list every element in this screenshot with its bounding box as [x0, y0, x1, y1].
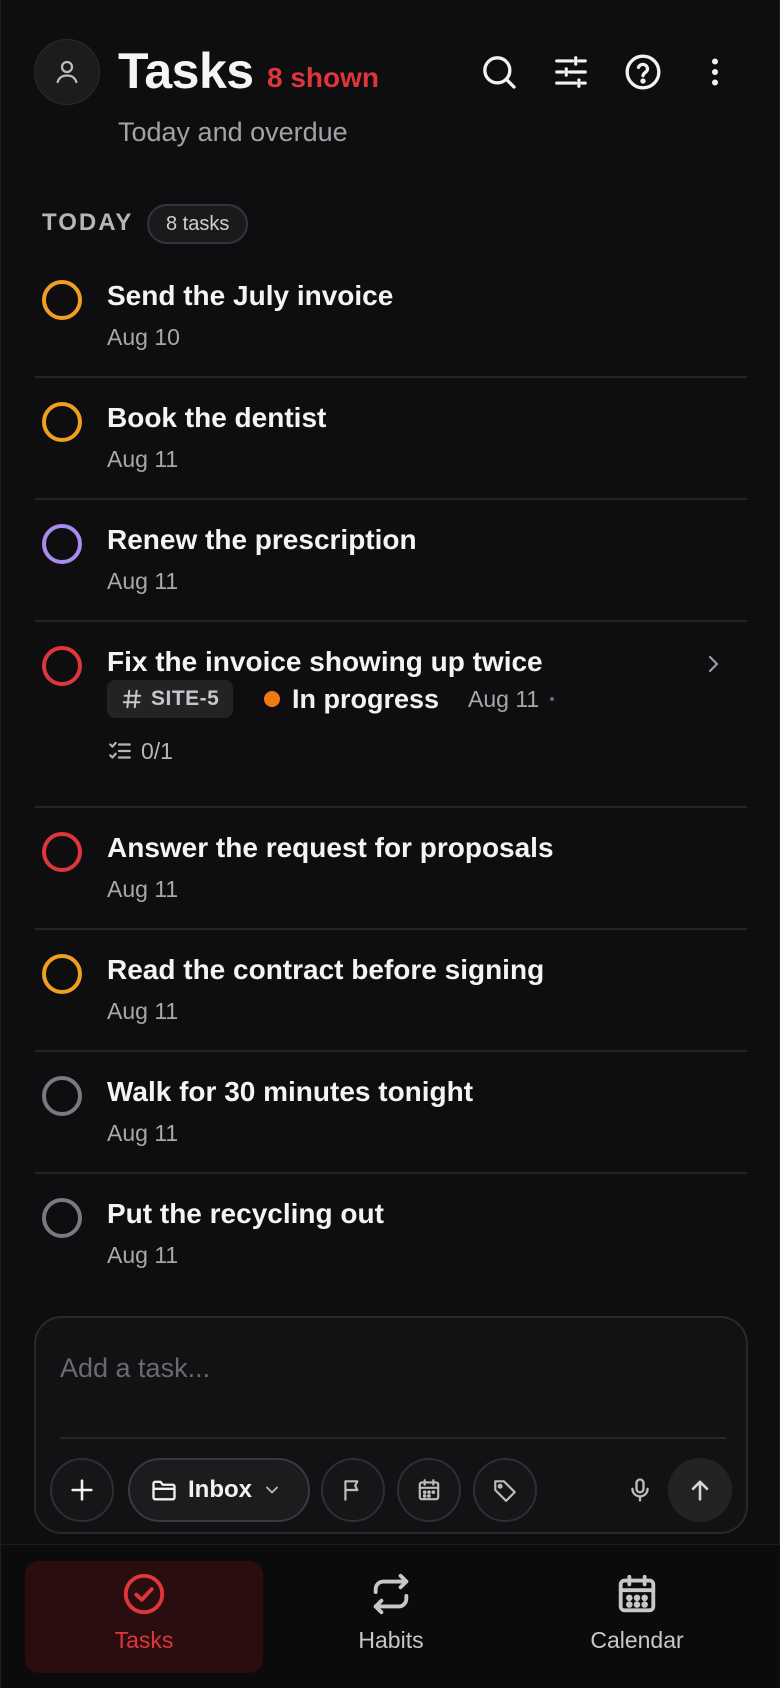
- task-due-date: Aug 11: [468, 686, 540, 712]
- task-due-date: Aug 11: [107, 1120, 179, 1146]
- task-count-badge: 8 tasks: [147, 204, 249, 244]
- nav-habits-label: Habits: [358, 1627, 424, 1653]
- priority-checkbox[interactable]: [42, 524, 82, 564]
- status-indicator[interactable]: In progress: [264, 681, 439, 717]
- section-label: TODAY: [42, 209, 134, 236]
- task-item[interactable]: Put the recycling out Aug 11: [35, 1174, 747, 1296]
- task-title: Read the contract before signing: [107, 954, 545, 985]
- separator-dot: [550, 697, 554, 701]
- task-item[interactable]: Renew the prescription Aug 11: [35, 500, 747, 622]
- task-due-date: Aug 11: [107, 568, 179, 594]
- page-subtitle: Today and overdue: [118, 117, 348, 147]
- submit-task-button[interactable]: [668, 1458, 732, 1522]
- nav-calendar-label: Calendar: [590, 1627, 684, 1653]
- search-icon: [483, 56, 516, 89]
- voice-button[interactable]: [624, 1474, 656, 1506]
- flag-icon: [344, 1480, 359, 1501]
- task-title: Walk for 30 minutes tonight: [107, 1076, 474, 1107]
- priority-checkbox[interactable]: [42, 1198, 82, 1238]
- nav-calendar[interactable]: Calendar: [518, 1561, 756, 1673]
- task-due-date: Aug 10: [107, 324, 180, 350]
- project-select[interactable]: Inbox: [128, 1458, 310, 1522]
- search-button[interactable]: [471, 44, 527, 100]
- subtask-progress[interactable]: 0/1: [107, 736, 173, 766]
- avatar[interactable]: [34, 39, 100, 105]
- composer-divider: [60, 1437, 726, 1439]
- task-title: Answer the request for proposals: [107, 832, 554, 863]
- hash-icon: [122, 689, 142, 709]
- repeat-icon: [373, 1573, 409, 1615]
- chevron-right-icon[interactable]: [701, 652, 725, 676]
- microphone-icon: [631, 1478, 649, 1502]
- priority-checkbox[interactable]: [42, 1076, 82, 1116]
- page-title: Tasks: [118, 43, 254, 99]
- priority-checkbox[interactable]: [42, 280, 82, 320]
- checklist-icon: [109, 741, 131, 759]
- task-title: Send the July invoice: [107, 280, 394, 311]
- task-item[interactable]: Walk for 30 minutes tonight Aug 11: [35, 1052, 747, 1174]
- task-title: Fix the invoice showing up twice: [107, 646, 543, 677]
- add-task-input[interactable]: [60, 1348, 700, 1388]
- calendar-icon: [418, 1479, 440, 1501]
- more-button[interactable]: [687, 44, 743, 100]
- arrow-up-icon: [691, 1480, 709, 1501]
- task-due-date: Aug 11: [107, 998, 179, 1024]
- shown-count: 8 shown: [267, 62, 380, 93]
- app-frame: Tasks 8 shown Today and overdue TODAY 8 …: [0, 0, 780, 1688]
- task-item[interactable]: Book the dentist Aug 11: [35, 378, 747, 500]
- project-tag[interactable]: SITE-5: [107, 680, 234, 718]
- task-item[interactable]: Read the contract before signing Aug 11: [35, 930, 747, 1052]
- calendar-icon: [618, 1574, 656, 1613]
- plus-icon: [71, 1479, 93, 1501]
- task-item[interactable]: Answer the request for proposals Aug 11: [35, 808, 747, 930]
- subtask-count: 0/1: [141, 738, 173, 764]
- priority-checkbox[interactable]: [42, 954, 82, 994]
- sliders-icon: [555, 56, 587, 88]
- task-due-date: Aug 11: [107, 876, 179, 902]
- bottom-navigation: Tasks Habits Calendar: [1, 1544, 780, 1688]
- help-icon: [625, 54, 661, 90]
- tag-icon: [494, 1480, 516, 1502]
- priority-checkbox[interactable]: [42, 646, 82, 686]
- tag-label: SITE-5: [151, 687, 220, 710]
- chevron-down-icon: [266, 1486, 278, 1494]
- task-title: Renew the prescription: [107, 524, 417, 555]
- help-button[interactable]: [615, 44, 671, 100]
- header: Tasks 8 shown Today and overdue: [1, 0, 780, 190]
- task-title: Put the recycling out: [107, 1198, 384, 1229]
- label-button[interactable]: [473, 1458, 537, 1522]
- status-dot: [264, 691, 280, 707]
- nav-habits[interactable]: Habits: [272, 1561, 510, 1673]
- check-circle-icon: [123, 1573, 165, 1615]
- priority-checkbox[interactable]: [42, 832, 82, 872]
- folder-icon: [152, 1480, 176, 1501]
- user-icon: [56, 60, 78, 84]
- priority-button[interactable]: [321, 1458, 385, 1522]
- nav-tasks-label: Tasks: [114, 1627, 174, 1653]
- project-label: Inbox: [188, 1476, 252, 1503]
- task-composer: Inbox: [34, 1316, 748, 1534]
- filter-button[interactable]: [543, 44, 599, 100]
- add-button[interactable]: [50, 1458, 114, 1522]
- task-item[interactable]: Fix the invoice showing up twice SITE-5 …: [35, 622, 747, 808]
- task-item[interactable]: Send the July invoice Aug 10: [35, 256, 747, 378]
- task-title: Book the dentist: [107, 402, 327, 433]
- status-label: In progress: [292, 684, 440, 714]
- more-vertical-icon: [712, 58, 718, 86]
- priority-checkbox[interactable]: [42, 402, 82, 442]
- task-due-date: Aug 11: [107, 1242, 179, 1268]
- due-date-button[interactable]: [397, 1458, 461, 1522]
- nav-tasks[interactable]: Tasks: [25, 1561, 263, 1673]
- task-due-date: Aug 11: [107, 446, 179, 472]
